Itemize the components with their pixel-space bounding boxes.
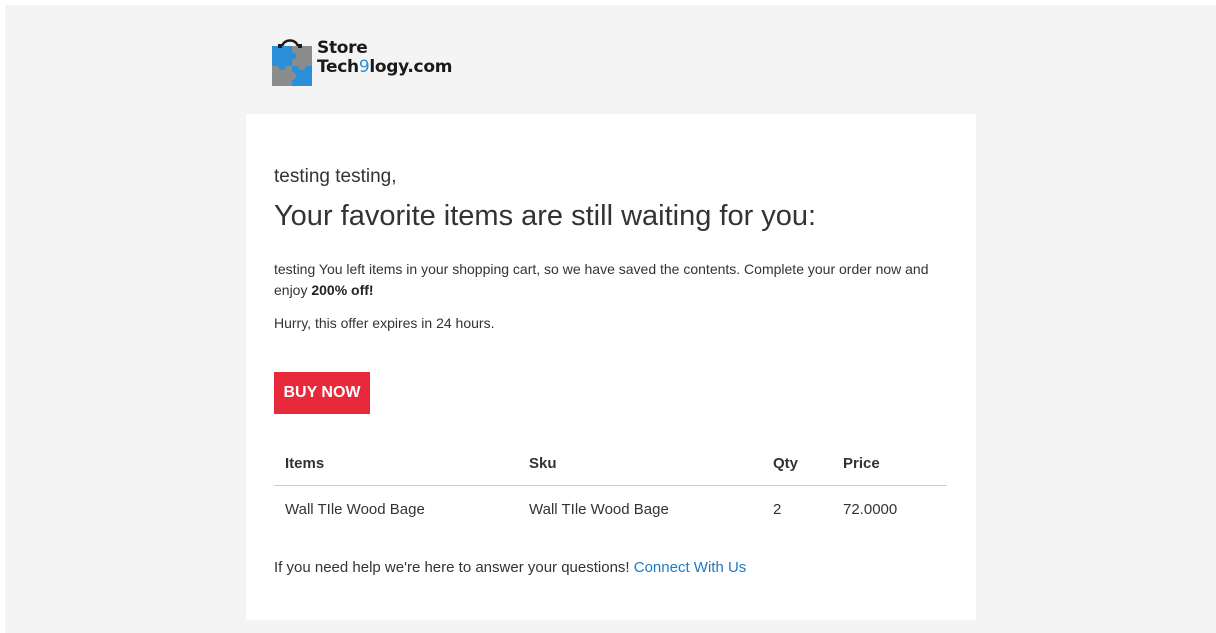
discount-highlight: 200% off! bbox=[311, 282, 374, 298]
cart-items-table: Items Sku Qty Price Wall TIle Wood Bage … bbox=[274, 440, 947, 532]
column-header-sku: Sku bbox=[529, 454, 557, 472]
brand-line-2-digit: 9 bbox=[358, 57, 370, 77]
headline: Your favorite items are still waiting fo… bbox=[274, 200, 817, 232]
connect-with-us-link[interactable]: Connect With Us bbox=[634, 559, 747, 576]
column-header-qty: Qty bbox=[773, 454, 799, 472]
email-header: Store Tech9logy.com bbox=[246, 5, 976, 114]
item-sku-cell: Wall TIle Wood Bage bbox=[529, 500, 669, 518]
brand-logo[interactable]: Store Tech9logy.com bbox=[272, 34, 482, 94]
column-header-price: Price bbox=[843, 454, 880, 472]
brand-line-2: Tech9logy.com bbox=[317, 58, 452, 77]
brand-line-1: Store bbox=[317, 38, 368, 58]
item-name-cell: Wall TIle Wood Bage bbox=[285, 500, 425, 518]
email-card: testing testing, Your favorite items are… bbox=[246, 114, 976, 620]
brand-name: Store Tech9logy.com bbox=[317, 39, 452, 77]
table-header-row: Items Sku Qty Price bbox=[274, 440, 947, 486]
greeting: testing testing, bbox=[274, 166, 397, 187]
brand-line-2-pre: Tech bbox=[317, 57, 359, 77]
buy-now-button[interactable]: BUY NOW bbox=[274, 372, 370, 414]
offer-expiry-text: Hurry, this offer expires in 24 hours. bbox=[274, 315, 495, 331]
help-text: If you need help we're here to answer yo… bbox=[274, 559, 746, 576]
help-message: If you need help we're here to answer yo… bbox=[274, 559, 630, 576]
table-row: Wall TIle Wood Bage Wall TIle Wood Bage … bbox=[274, 486, 947, 532]
item-qty-cell: 2 bbox=[773, 500, 782, 518]
brand-line-2-post: logy.com bbox=[369, 57, 453, 77]
body-text: testing You left items in your shopping … bbox=[274, 259, 954, 301]
puzzle-bag-logo-icon bbox=[272, 39, 312, 86]
column-header-items: Items bbox=[285, 454, 325, 472]
item-price-cell: 72.0000 bbox=[843, 500, 898, 518]
